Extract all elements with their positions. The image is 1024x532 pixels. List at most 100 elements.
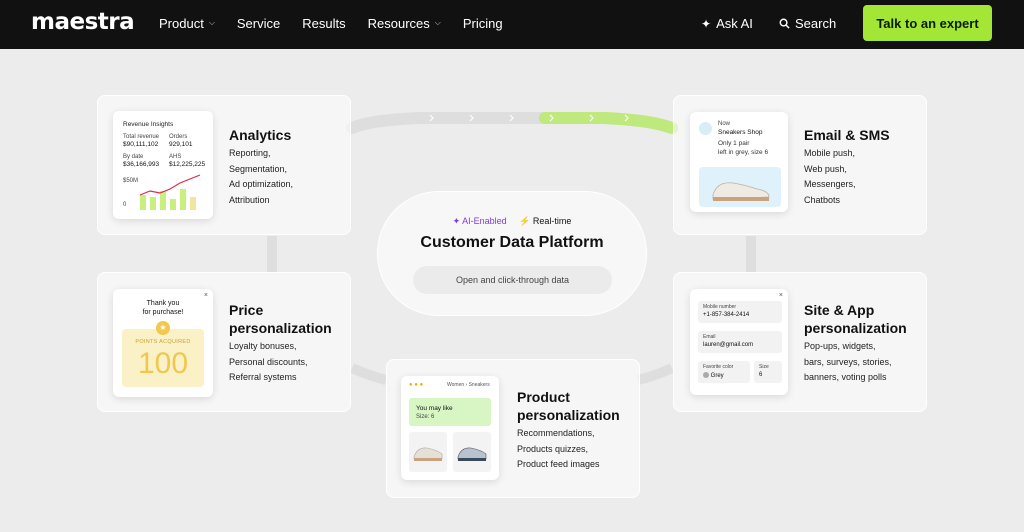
card-title: Price personalization — [229, 301, 332, 337]
y-axis-label: 0 — [123, 202, 127, 208]
sneaker-icon — [712, 182, 770, 201]
size-field[interactable]: Size 6 — [754, 361, 782, 383]
thank-you-text: Thank you for purchase! — [113, 299, 213, 317]
color-value: Grey — [710, 373, 724, 379]
field-label: Email — [703, 334, 716, 340]
sneaker-icon — [457, 447, 487, 461]
hub-title: Customer Data Platform — [420, 234, 604, 251]
card-title-line: Price — [229, 302, 264, 318]
chart-bar — [190, 197, 196, 210]
close-icon[interactable]: × — [779, 292, 783, 299]
product-thumb[interactable] — [409, 432, 447, 472]
feature-item: Products quizzes, — [517, 443, 589, 454]
card-feature-list: Mobile push, Web push, Messengers, Chatb… — [804, 146, 856, 208]
banner-title: You may like — [416, 405, 453, 412]
feature-item: Mobile push, — [804, 148, 856, 158]
field-value: Grey — [703, 372, 724, 379]
feature-item: Recommendations, — [517, 428, 595, 438]
feature-item: Pop-ups, widgets, — [804, 341, 876, 351]
product-personalization-card[interactable]: ● ● ● Women › Sneakers You may like Size… — [386, 359, 640, 498]
bolt-icon: ⚡ — [519, 216, 531, 226]
card-title-line: personalization — [229, 320, 332, 336]
feature-item: Attribution — [229, 194, 270, 205]
breadcrumb: Women › Sneakers — [447, 382, 490, 388]
feature-item: Reporting, — [229, 148, 271, 158]
card-feature-list: Loyalty bonuses, Personal discounts, Ref… — [229, 339, 308, 386]
points-box: ★ POINTS ACQUIRED 100 — [122, 321, 204, 387]
field-value: +1-857-384-2414 — [703, 312, 750, 318]
metric-value: $90,111,102 — [123, 141, 159, 148]
you-may-like-banner: You may like Size: 6 — [409, 398, 491, 426]
feature-item: Product feed images — [517, 459, 600, 469]
card-feature-list: Recommendations, Products quizzes, Produ… — [517, 426, 600, 473]
realtime-badge: ⚡ Real-time — [519, 216, 571, 226]
loyalty-points-widget: × Thank you for purchase! ★ POINTS ACQUI… — [113, 289, 213, 397]
field-value: 6 — [759, 372, 763, 378]
card-title: Email & SMS — [804, 127, 890, 143]
field-label: Size — [759, 364, 769, 370]
field-label: Favorite color — [703, 364, 734, 370]
card-title: Analytics — [229, 127, 292, 143]
field-value: lauren@gmail.com — [703, 342, 754, 348]
recommendation-widget: ● ● ● Women › Sneakers You may like Size… — [401, 376, 499, 480]
chart-bar — [140, 195, 146, 210]
message-line: Only 1 pair — [718, 140, 750, 147]
rating-dots: ● ● ● — [409, 382, 424, 388]
chart-bar — [180, 189, 186, 210]
revenue-insights-widget: Revenue Insights Total revenue $90,111,1… — [113, 111, 213, 219]
feature-item: Chatbots — [804, 194, 841, 205]
metric-value: $36,166,993 — [123, 161, 160, 168]
card-title-line: Site & App — [804, 302, 875, 318]
metric-label: By date — [123, 154, 144, 160]
close-icon[interactable]: × — [204, 292, 208, 299]
profile-form-widget: × Mobile number +1-857-384-2414 Email la… — [690, 289, 788, 395]
ai-enabled-label: AI-Enabled — [462, 216, 507, 226]
card-title-line: Product — [517, 389, 570, 405]
open-click-through-button[interactable]: Open and click-through data — [413, 266, 612, 294]
feature-item: Referral systems — [229, 372, 297, 382]
cdp-hub: ✦ AI-Enabled ⚡ Real-time Customer Data P… — [377, 191, 647, 316]
card-title-line: personalization — [517, 407, 620, 423]
price-personalization-card[interactable]: × Thank you for purchase! ★ POINTS ACQUI… — [97, 272, 351, 412]
feature-item: bars, surveys, stories, — [804, 356, 892, 367]
hub-badges: ✦ AI-Enabled ⚡ Real-time — [378, 216, 646, 227]
phone-field[interactable]: Mobile number +1-857-384-2414 — [698, 301, 782, 323]
metric-label: Orders — [169, 134, 188, 140]
breadcrumb-item: Women — [447, 382, 465, 388]
feature-item: Personal discounts, — [229, 356, 308, 367]
feature-item: Ad optimization, — [229, 179, 294, 189]
analytics-card[interactable]: Revenue Insights Total revenue $90,111,1… — [97, 95, 351, 235]
feature-item: banners, voting polls — [804, 372, 887, 382]
notification-time: Now — [718, 121, 731, 127]
feature-item: Segmentation, — [229, 163, 288, 174]
product-thumb[interactable] — [453, 432, 491, 472]
app-avatar — [699, 122, 712, 135]
feature-item: Web push, — [804, 163, 847, 174]
card-feature-list: Reporting, Segmentation, Ad optimization… — [229, 146, 293, 208]
card-title: Site & App personalization — [804, 301, 907, 337]
widget-title: Revenue Insights — [123, 121, 174, 128]
metric-value: $12,225,225 — [169, 161, 206, 168]
chart-bar — [160, 191, 166, 210]
revenue-mini-chart — [139, 174, 201, 210]
realtime-label: Real-time — [532, 216, 572, 226]
points-value: 100 — [137, 347, 189, 380]
chart-bar — [150, 197, 156, 210]
email-field[interactable]: Email lauren@gmail.com — [698, 331, 782, 353]
sneaker-image — [699, 167, 781, 207]
star-icon: ★ — [156, 321, 170, 335]
card-title-line: personalization — [804, 320, 907, 336]
card-title: Product personalization — [517, 388, 620, 424]
chart-bar — [170, 199, 176, 210]
card-feature-list: Pop-ups, widgets, bars, surveys, stories… — [804, 339, 892, 386]
email-sms-card[interactable]: Now Sneakers Shop Only 1 pair left in gr… — [673, 95, 927, 235]
y-axis-label: $50M — [123, 178, 139, 184]
chart-line — [139, 174, 201, 196]
metric-value: 929,101 — [169, 141, 193, 148]
thank-you-line: for purchase! — [142, 309, 184, 316]
banner-subtitle: Size: 6 — [416, 414, 435, 420]
feature-item: Messengers, — [804, 179, 856, 189]
site-app-personalization-card[interactable]: × Mobile number +1-857-384-2414 Email la… — [673, 272, 927, 412]
store-name: Sneakers Shop — [718, 129, 763, 136]
color-field[interactable]: Favorite color Grey — [698, 361, 750, 383]
